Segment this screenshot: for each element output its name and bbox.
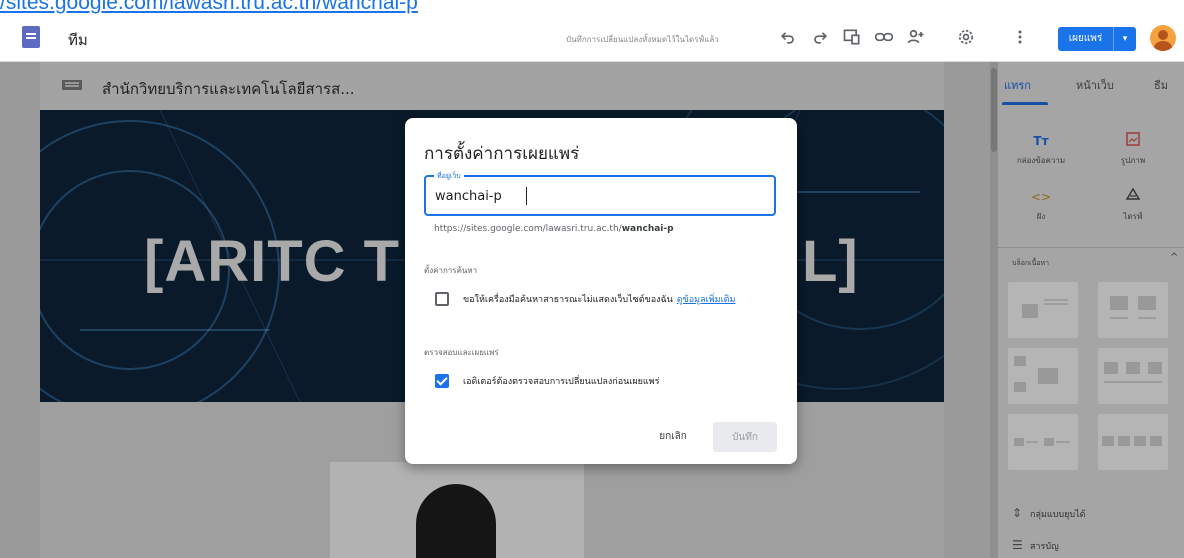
profile-photo: [330, 462, 584, 558]
preview-icon[interactable]: [840, 25, 864, 49]
collapsible-group-label: กลุ่มแบบยุบได้: [1030, 510, 1086, 520]
layout-tile-1[interactable]: [1008, 282, 1078, 338]
more-vert-icon[interactable]: [1008, 25, 1032, 49]
undo-icon[interactable]: [776, 25, 800, 49]
insert-drive-label: ไดรฟ์: [1123, 212, 1143, 221]
publish-button-label[interactable]: เผยแพร่: [1058, 27, 1114, 51]
insert-text-box-label: กล่องข้อความ: [1016, 156, 1066, 165]
insert-image-label: รูปภาพ: [1120, 156, 1146, 165]
editor-topbar: ทีม บันทึกการเปลี่ยนแปลงทั้งหมดไว้ในไดรฟ…: [0, 14, 1184, 62]
layout-tile-6[interactable]: [1098, 414, 1168, 470]
site-title[interactable]: สำนักวิทยบริการและเทคโนโลยีสารส...: [102, 77, 355, 101]
settings-icon[interactable]: [954, 25, 978, 49]
save-status: บันทึกการเปลี่ยนแปลงทั้งหมดไว้ในไดรฟ์แล้…: [566, 35, 719, 44]
url-strip: /sites.google.com/lawasri.tru.ac.th/wanc…: [0, 0, 1184, 14]
full-url-preview: https://sites.google.com/lawasri.tru.ac.…: [434, 224, 674, 234]
insert-drive[interactable]: ไดรฟ์: [1098, 187, 1168, 223]
layout-tile-2[interactable]: [1098, 282, 1168, 338]
content-blocks-heading: บล็อกเนื้อหา: [1012, 259, 1050, 267]
panel-divider: [998, 247, 1184, 248]
text-caret: [526, 187, 527, 205]
insert-text-box[interactable]: Tт กล่องข้อความ: [1006, 132, 1076, 167]
embed-icon: <>: [1030, 190, 1052, 204]
drive-icon: [1098, 187, 1168, 206]
layout-tile-5[interactable]: [1008, 414, 1078, 470]
redo-icon[interactable]: [808, 25, 832, 49]
image-icon: [1098, 132, 1168, 150]
link-icon[interactable]: [872, 25, 896, 49]
publish-button[interactable]: เผยแพร่ ▾: [1058, 27, 1136, 51]
editor-review-checkbox[interactable]: [435, 374, 449, 388]
insert-table-of-contents[interactable]: ☰ สารบัญ: [1012, 538, 1059, 553]
insert-embed[interactable]: <> ฝัง: [1006, 188, 1076, 223]
add-people-icon[interactable]: [904, 25, 928, 49]
search-settings-heading: ตั้งค่าการค้นหา: [424, 266, 478, 275]
table-of-contents-icon: ☰: [1012, 538, 1023, 552]
canvas-scrollbar[interactable]: [990, 62, 998, 558]
active-tab-indicator: [1002, 102, 1048, 105]
editor-review-label: เอดิเตอร์ต้องตรวจสอบการเปลี่ยนแปลงก่อนเผ…: [463, 377, 660, 387]
avatar[interactable]: [1150, 25, 1176, 51]
hide-from-search-row: ขอให้เครื่องมือค้นหาสาธารณะไม่แสดงเว็บไซ…: [463, 292, 735, 306]
collapsible-group-icon: ⇕: [1012, 506, 1023, 520]
chevron-up-icon[interactable]: ^: [1170, 252, 1178, 263]
chevron-down-icon[interactable]: ▾: [1114, 27, 1136, 51]
tab-insert[interactable]: แทรก: [1004, 76, 1031, 94]
site-name[interactable]: ทีม: [68, 28, 88, 52]
web-address-label: ที่อยู่เว็บ: [434, 171, 464, 181]
dialog-title: การตั้งค่าการเผยแพร่: [424, 144, 580, 164]
hide-from-search-label: ขอให้เครื่องมือค้นหาสาธารณะไม่แสดงเว็บไซ…: [463, 295, 673, 305]
tab-pages[interactable]: หน้าเว็บ: [1076, 76, 1114, 94]
banner-text-right: L]: [802, 229, 859, 294]
sites-doc-icon[interactable]: [22, 26, 40, 48]
insert-panel: แทรก หน้าเว็บ ธีม Tт กล่องข้อความ รูปภาพ…: [998, 62, 1184, 558]
site-header: สำนักวิทยบริการและเทคโนโลยีสารส...: [40, 62, 944, 110]
save-button[interactable]: บันทึก: [713, 422, 777, 452]
site-logo-icon: [62, 80, 82, 90]
layout-tile-3[interactable]: [1008, 348, 1078, 404]
web-address-field[interactable]: ที่อยู่เว็บ: [424, 171, 776, 216]
layout-tile-4[interactable]: [1098, 348, 1168, 404]
learn-more-link[interactable]: ดูข้อมูลเพิ่มเติม: [677, 295, 736, 305]
insert-image[interactable]: รูปภาพ: [1098, 132, 1168, 167]
tab-themes[interactable]: ธีม: [1154, 76, 1168, 94]
page-url-link[interactable]: /sites.google.com/lawasri.tru.ac.th/wanc…: [0, 0, 418, 14]
hide-from-search-checkbox[interactable]: [435, 292, 449, 306]
web-address-input[interactable]: [435, 186, 755, 206]
table-of-contents-label: สารบัญ: [1030, 542, 1059, 552]
insert-collapsible-group[interactable]: ⇕ กลุ่มแบบยุบได้: [1012, 506, 1085, 521]
text-box-icon: Tт: [1033, 134, 1049, 148]
cancel-button[interactable]: ยกเลิก: [645, 422, 701, 450]
publish-settings-dialog: การตั้งค่าการเผยแพร่ ที่อยู่เว็บ https:/…: [405, 118, 797, 464]
review-publish-heading: ตรวจสอบและเผยแพร่: [424, 348, 499, 357]
banner-text-left: [ARITC T: [144, 229, 401, 294]
insert-embed-label: ฝัง: [1036, 212, 1046, 221]
